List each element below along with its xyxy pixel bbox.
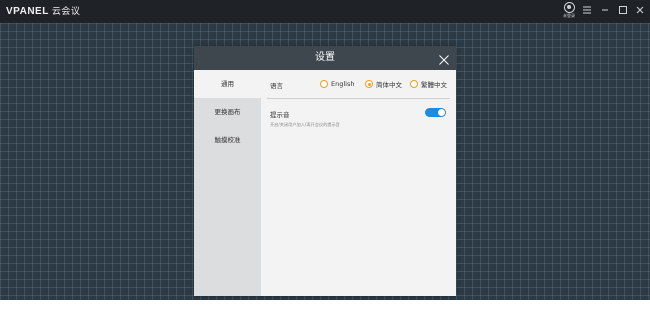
dialog-close-button[interactable]: [438, 51, 450, 65]
maximize-button[interactable]: [617, 5, 629, 17]
sidebar-item-label: 更换画布: [214, 108, 241, 116]
notification-tone-description: 开启/关闭用户加入/离开会议的提示音: [270, 122, 340, 127]
minimize-button[interactable]: [599, 5, 611, 17]
menu-icon: [583, 6, 591, 14]
user-icon: [563, 2, 575, 13]
settings-content: 语言 English 简体中文 繁體中文 提示音 开启/关闭用户加入/离开会议的…: [261, 70, 456, 296]
radio-label: 简体中文: [376, 81, 402, 89]
maximize-icon: [619, 6, 627, 14]
sidebar-item-label: 通用: [221, 80, 234, 88]
minimize-icon: [602, 9, 608, 11]
toggle-knob: [438, 109, 445, 116]
user-label: 未登录: [563, 13, 575, 18]
notification-tone-label: 提示音: [270, 111, 290, 119]
radio-checked-icon: [365, 80, 373, 88]
close-icon: [636, 6, 644, 14]
divider: [267, 98, 450, 99]
app-brand: VPANEL: [6, 6, 49, 17]
bottom-strip: [0, 300, 650, 314]
sidebar-item-change-canvas[interactable]: 更换画布: [194, 98, 261, 126]
dialog-header: 设置: [194, 46, 456, 70]
sidebar-item-label: 触摸校准: [214, 136, 241, 144]
app-logo: VPANEL 云会议: [6, 4, 80, 17]
user-account-button[interactable]: 未登录: [558, 2, 580, 22]
radio-icon: [410, 80, 418, 88]
close-window-button[interactable]: [634, 5, 646, 17]
radio-icon: [320, 80, 328, 88]
app-name: 云会议: [51, 7, 81, 17]
menu-button[interactable]: [581, 5, 593, 17]
language-label: 语言: [270, 82, 283, 90]
sidebar-item-touch-calibration[interactable]: 触摸校准: [194, 126, 261, 154]
radio-label: English: [331, 80, 355, 88]
language-option-simplified-chinese[interactable]: 简体中文: [365, 78, 402, 90]
language-option-english[interactable]: English: [320, 78, 354, 90]
language-option-traditional-chinese[interactable]: 繁體中文: [410, 78, 447, 90]
close-icon: [439, 55, 449, 65]
radio-label: 繁體中文: [421, 81, 447, 89]
dialog-title: 设置: [315, 52, 335, 63]
app-titlebar: VPANEL 云会议 未登录: [0, 0, 650, 23]
settings-sidebar: 通用 更换画布 触摸校准: [194, 70, 261, 296]
settings-dialog: 设置 通用 更换画布 触摸校准 语言 English 简体中文 繁體中文 提示音…: [194, 46, 456, 296]
notification-tone-toggle[interactable]: [425, 108, 446, 117]
sidebar-item-general[interactable]: 通用: [194, 70, 261, 98]
